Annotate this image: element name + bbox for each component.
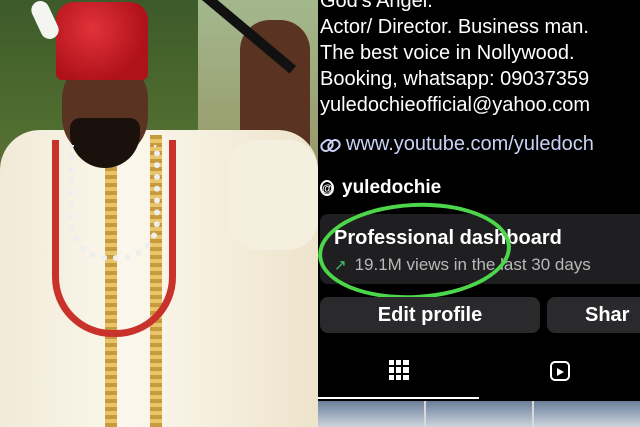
robe-sleeve	[228, 140, 318, 250]
bio-line: Actor/ Director. Business man.	[320, 16, 589, 38]
profile-link[interactable]: www.youtube.com/yuledoch	[320, 133, 594, 156]
tab-reels[interactable]	[479, 343, 640, 399]
link-icon	[320, 138, 340, 152]
bio-line: Booking, whatsapp: 09037359	[320, 68, 590, 90]
profile-tabs	[318, 343, 640, 399]
reels-icon	[549, 361, 570, 381]
post-thumbnail[interactable]	[318, 401, 424, 427]
profile-bio: God's Angel. Actor/ Director. Business m…	[320, 0, 590, 118]
profile-photo	[0, 0, 318, 427]
post-thumbnail[interactable]	[534, 401, 640, 427]
red-cap	[56, 2, 148, 80]
post-grid	[318, 401, 640, 427]
edit-profile-button[interactable]: Edit profile	[320, 297, 540, 333]
white-beads	[68, 145, 160, 261]
bio-line: God's Angel.	[320, 0, 433, 12]
threads-badge[interactable]: @ yuledochie	[320, 177, 441, 199]
bio-line: yuledochieofficial@yahoo.com	[320, 94, 591, 116]
threads-handle[interactable]: yuledochie	[342, 177, 441, 199]
bio-line: The best voice in Nollywood.	[320, 42, 575, 64]
grid-icon	[388, 360, 409, 380]
share-profile-button[interactable]: Shar	[547, 297, 640, 333]
profile-link-text[interactable]: www.youtube.com/yuledoch	[346, 133, 594, 156]
threads-icon: @	[320, 180, 334, 196]
post-thumbnail[interactable]	[426, 401, 532, 427]
tab-posts[interactable]	[318, 343, 479, 399]
instagram-profile-panel: God's Angel. Actor/ Director. Business m…	[318, 0, 640, 427]
